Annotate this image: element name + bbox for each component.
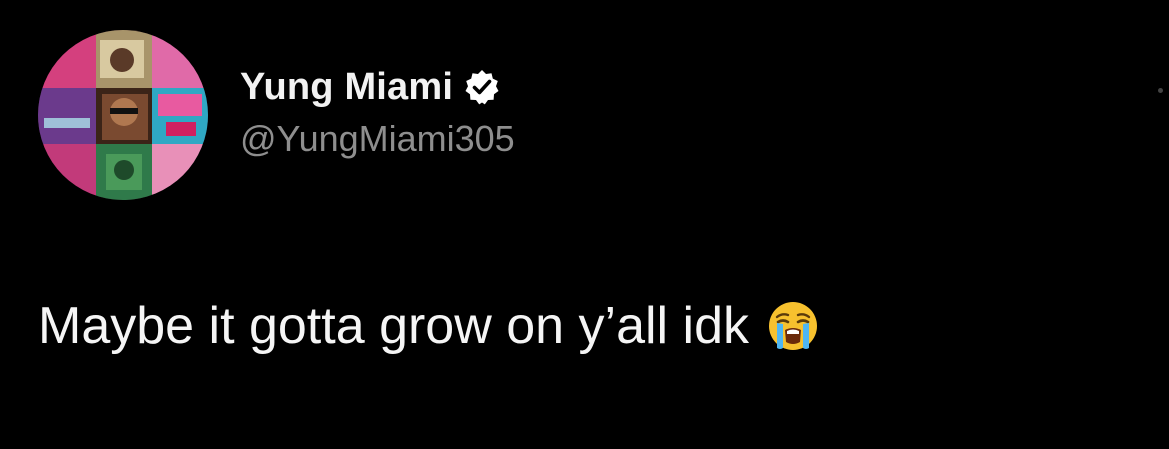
- tweet-card: Yung Miami @YungMiami305 Maybe it gotta …: [0, 0, 1169, 449]
- user-handle[interactable]: @YungMiami305: [240, 118, 515, 160]
- tweet-text: Maybe it gotta grow on y’all idk: [38, 297, 750, 355]
- avatar[interactable]: [38, 30, 208, 200]
- tweet-author: Yung Miami @YungMiami305: [240, 62, 515, 160]
- tweet-body: Maybe it gotta grow on y’all idk: [38, 296, 819, 356]
- display-name[interactable]: Yung Miami: [240, 66, 453, 109]
- avatar-image: [38, 30, 208, 200]
- loudly-crying-face-icon: [767, 300, 819, 352]
- edge-dot: [1158, 88, 1163, 93]
- verified-badge-icon: [463, 68, 501, 106]
- name-row: Yung Miami: [240, 62, 515, 112]
